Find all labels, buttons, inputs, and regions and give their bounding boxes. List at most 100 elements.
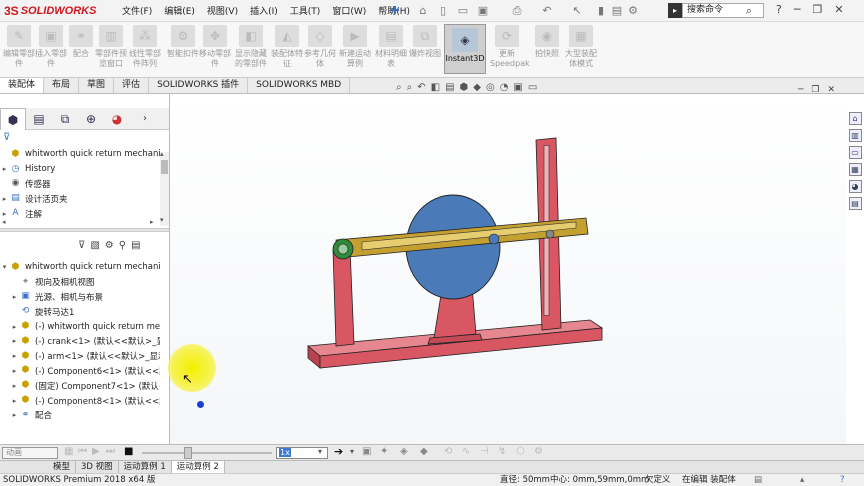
tree-toggle[interactable]: ▾ — [0, 263, 9, 271]
rebuild-status-icon[interactable]: ▤ — [754, 474, 762, 486]
speed-dropdown-chevron-icon[interactable]: ▾ — [318, 447, 322, 456]
tree-toggle[interactable]: ▸ — [10, 293, 19, 301]
pane-splitter[interactable] — [0, 228, 169, 232]
select-icon[interactable]: ↖ — [570, 4, 584, 17]
motion-study-properties-icon[interactable]: ⚙ — [534, 446, 543, 457]
play-icon[interactable]: ▶ — [92, 446, 100, 457]
tab-mbd[interactable]: SOLIDWORKS MBD — [248, 78, 351, 93]
mates-filter-icon[interactable]: ⚙ — [105, 240, 114, 251]
tab-motion-study-2[interactable]: 运动算例 2 — [171, 461, 225, 473]
new-motion-study-button[interactable]: ▶ 新建运动算例 — [338, 25, 372, 69]
instant3d-button[interactable]: ◈ Instant3D — [444, 24, 486, 74]
mode-dropdown-chevron-icon[interactable]: ▾ — [350, 447, 354, 456]
tree-row-annotations[interactable]: ▸ A 注解 — [0, 206, 160, 221]
show-hidden-button[interactable]: ◧ 显示隐藏的零部件 — [234, 25, 268, 69]
tree-row-root[interactable]: ⬢ whitworth quick return mechanism ( — [0, 147, 160, 162]
viewport-minimize-icon[interactable]: ─ — [798, 85, 803, 95]
scroll-down-icon[interactable]: ▾ — [160, 216, 164, 224]
edit-component-button[interactable]: ✎ 编辑零部件 — [2, 25, 36, 69]
more-tabs-chevron-icon[interactable]: › — [130, 108, 160, 130]
file-explorer-icon[interactable]: ▭ — [848, 146, 862, 159]
stop-icon[interactable]: ■ — [124, 446, 133, 457]
tree-toggle[interactable]: ▸ — [10, 397, 19, 405]
help-status-icon[interactable]: ? — [840, 474, 845, 486]
menu-view[interactable]: 视图(V) — [207, 4, 238, 17]
view-orientation-icon[interactable]: ⬢ — [460, 82, 469, 93]
new-document-icon[interactable]: ▯ — [436, 4, 450, 17]
motion-row-motor[interactable]: ⟲ 旋转马达1 — [0, 304, 160, 319]
zoom-to-fit-icon[interactable]: ⌕ — [396, 82, 402, 93]
restore-icon[interactable]: ❐ — [812, 3, 822, 16]
configuration-manager-tab-icon[interactable]: ⧉ — [52, 108, 78, 130]
exploded-view-button[interactable]: ⧉ 爆炸视图 — [408, 25, 442, 59]
tree-toggle[interactable]: ▸ — [10, 323, 19, 331]
pivot-pin[interactable] — [332, 238, 354, 260]
scroll-left-icon[interactable]: ◂ — [2, 218, 6, 226]
large-assembly-mode-button[interactable]: ▦ 大型装配体模式 — [564, 25, 598, 69]
insert-component-button[interactable]: ▣ 插入零部件 — [34, 25, 68, 69]
mate-button[interactable]: ⚭ 配合 — [64, 25, 98, 59]
motion-row-crank[interactable]: ▸ ⬢ (-) crank<1> (默认<<默认>_显示 — [0, 334, 160, 349]
reference-geometry-button[interactable]: ◇ 参考几何体 — [303, 25, 337, 69]
dimxpert-tab-icon[interactable]: ⊕ — [78, 108, 104, 130]
view-settings-icon[interactable]: ▭ — [528, 82, 537, 93]
pin-icon[interactable]: ✚ — [388, 4, 402, 17]
tree-toggle[interactable]: ▸ — [10, 352, 19, 360]
calculate-icon[interactable]: ▦ — [64, 446, 73, 457]
home-icon[interactable]: ⌂ — [416, 4, 430, 17]
tab-sketch[interactable]: 草图 — [79, 78, 115, 93]
tree-row-history[interactable]: ▸ ◷ History — [0, 162, 160, 177]
rewind-icon[interactable]: ⏮ — [78, 446, 87, 457]
options-gear-icon[interactable]: ⚙ — [626, 4, 640, 17]
move-component-button[interactable]: ✥ 移动零部件 — [198, 25, 232, 69]
motion-row-component7[interactable]: ▸ ⬢ (固定) Component7<1> (默认<< — [0, 378, 160, 393]
save-icon[interactable]: ▣ — [476, 4, 490, 17]
animation-wizard-icon[interactable]: ✦ — [380, 446, 388, 457]
motion-row-component6[interactable]: ▸⬢ (-) Component6<1> (默认<<默认 — [0, 364, 160, 379]
custom-properties-icon[interactable]: ▤ — [848, 197, 862, 210]
motion-row-component[interactable]: ▸ ⬢ (-) whitworth quick return mech — [0, 319, 160, 334]
take-snapshot-button[interactable]: ◉ 拍快照 — [530, 25, 564, 59]
playback-mode-arrow-icon[interactable]: ➔ — [334, 445, 343, 458]
save-animation-icon[interactable]: ▣ — [362, 446, 371, 457]
tab-motion-study-1[interactable]: 运动算例 1 — [119, 461, 172, 473]
tab-evaluate[interactable]: 评估 — [114, 78, 150, 93]
smart-fasteners-button[interactable]: ⚙ 智能扣件 — [166, 25, 200, 59]
study-type-select[interactable]: 动画 — [2, 447, 58, 459]
motion-row-arm[interactable]: ▸ ⬢ (-) arm<1> (默认<<默认>_显示 — [0, 349, 160, 364]
force-icon[interactable]: ↯ — [498, 446, 506, 457]
search-expand-icon[interactable]: ▸ — [668, 3, 682, 18]
open-icon[interactable]: ▭ — [456, 4, 470, 17]
minimize-icon[interactable]: ─ — [794, 3, 801, 16]
previous-view-icon[interactable]: ↶ — [417, 82, 425, 93]
display-style-icon[interactable]: ◆ — [473, 82, 481, 93]
close-icon[interactable]: ✕ — [834, 3, 843, 16]
motion-row-camera[interactable]: ⌖ 视向及相机视图 — [0, 275, 160, 290]
dynamic-annotation-icon[interactable]: ▤ — [445, 82, 454, 93]
design-library-icon[interactable]: ▥ — [848, 129, 862, 142]
motion-row-lights[interactable]: ▸ ▣ 光源、相机与布景 — [0, 290, 160, 305]
bill-of-materials-button[interactable]: ▤ 材料明细表 — [374, 25, 408, 69]
menu-tools[interactable]: 工具(T) — [290, 4, 321, 17]
animate-components-icon[interactable]: ▧ — [90, 240, 99, 251]
tab-layout[interactable]: 布局 — [44, 78, 80, 93]
playback-slider[interactable] — [142, 452, 272, 454]
assembly-features-button[interactable]: ◭ 装配体特征 — [270, 25, 304, 69]
display-manager-tab-icon[interactable]: ◕ — [104, 108, 130, 130]
menu-insert[interactable]: 插入(I) — [250, 4, 278, 17]
view-palette-icon[interactable]: ▦ — [848, 163, 862, 176]
tree-row-sensors[interactable]: ◉ 传感器 — [0, 177, 160, 192]
zoom-area-icon[interactable]: ⌕ — [407, 82, 413, 93]
tree-scrollbar[interactable] — [160, 152, 169, 226]
search-icon[interactable]: ⌕ — [742, 4, 756, 17]
hide-show-items-icon[interactable]: ◎ — [486, 82, 495, 93]
tab-model[interactable]: 模型 — [48, 461, 77, 473]
menu-edit[interactable]: 编辑(E) — [164, 4, 195, 17]
filter-icon[interactable]: ⊽ — [3, 132, 10, 143]
add-key-icon[interactable]: ◆ — [420, 446, 428, 457]
tree-toggle[interactable]: ▸ — [10, 411, 19, 419]
undo-icon[interactable]: ↶ — [540, 4, 554, 17]
tab-assembly[interactable]: 装配体 — [0, 78, 45, 93]
menu-file[interactable]: 文件(F) — [122, 4, 152, 17]
help-icon[interactable]: ? — [776, 3, 782, 16]
